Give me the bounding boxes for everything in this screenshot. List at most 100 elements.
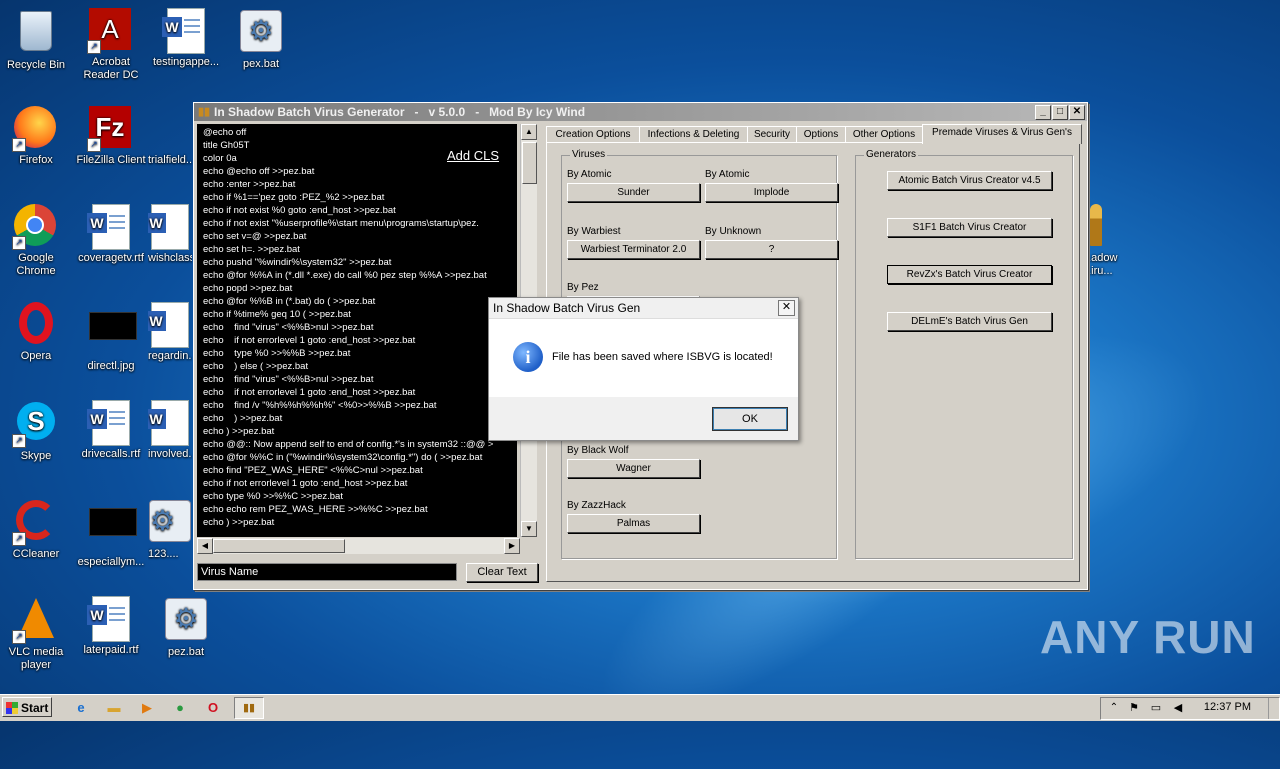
clear-text-button[interactable]: Clear Text [466,563,538,582]
show-desktop-button[interactable] [1268,698,1279,719]
dialog-title[interactable]: In Shadow Batch Virus Gen [489,298,798,319]
desktop-icon-ccleaner[interactable]: ↗ CCleaner [0,498,74,561]
desktop-icon-pex-bat[interactable]: ⚙ pex.bat [223,8,299,71]
desktop-icon-regardin[interactable]: W regardin... [148,302,192,363]
volume-icon[interactable]: ◀ [1169,699,1187,717]
code-line: echo @for %%C in ("%windir%\system32\con… [203,452,483,463]
viruses-group-label: Viruses [570,149,608,160]
desktop-icon-label: VLC media player [8,646,64,671]
author-label: By Pez [567,282,599,293]
add-cls-link[interactable]: Add CLS [447,149,499,162]
scroll-up-icon[interactable]: ▲ [521,124,537,140]
scroll-right-icon[interactable]: ▶ [504,538,520,554]
isbvg-taskbar-button[interactable]: ▮▮ [234,697,264,719]
ie-icon[interactable]: e [72,699,90,717]
desktop-icon-label: pex.bat [242,58,280,70]
code-line: echo type %0 >>%%B >>pez.bat [203,348,351,359]
scroll-down-icon[interactable]: ▼ [521,521,537,537]
desktop-icon-especiallym[interactable]: especiallym... [73,498,149,569]
desktop-icon-label: laterpaid.rtf [83,644,139,656]
desktop-icon-recycle-bin[interactable]: Recycle Bin [0,8,74,72]
warbiest-terminator-button[interactable]: Warbiest Terminator 2.0 [567,240,700,259]
window-title: In Shadow Batch Virus Generator - v 5.0.… [214,105,586,119]
explorer-icon[interactable]: ▬ [105,699,123,717]
generators-group: Generators Atomic Batch Virus Creator v4… [855,149,1073,559]
atomic-generator-button[interactable]: Atomic Batch Virus Creator v4.5 [887,171,1052,190]
network-icon[interactable]: ▭ [1147,699,1165,717]
code-line: echo set v=@ >>pez.bat [203,231,307,242]
scroll-thumb[interactable] [522,142,537,184]
desktop-icon-trialfield[interactable]: trialfield... [148,106,192,167]
tab-options[interactable]: Options [796,126,846,143]
virus-name-input[interactable] [197,563,457,581]
wagner-button[interactable]: Wagner [567,459,700,478]
code-lines: @echo off title Gh05T color 0a echo @echo o… [203,126,493,529]
media-player-icon[interactable]: ▶ [138,699,156,717]
batch-file-icon: ⚙ [164,598,208,642]
tab-creation-options[interactable]: Creation Options [546,126,640,143]
desktop-icon-acrobat[interactable]: A ↗ Acrobat Reader DC [73,8,149,82]
window-titlebar[interactable]: ▮▮ In Shadow Batch Virus Generator - v 5… [194,103,1087,121]
word-doc-icon: W [162,8,208,54]
image-file-icon [89,508,137,552]
code-line: echo :enter >>pez.bat [203,179,296,190]
code-line: echo if not exist %0 goto :end_host >>pe… [203,205,396,216]
tab-premade-viruses[interactable]: Premade Viruses & Virus Gen's [922,124,1082,144]
opera-taskbar-icon[interactable]: O [204,699,222,717]
maximize-button[interactable]: □ [1052,105,1068,120]
desktop-icon-drivecalls[interactable]: W drivecalls.rtf [73,400,149,461]
sunder-button[interactable]: Sunder [567,183,700,202]
s1f1-generator-button[interactable]: S1F1 Batch Virus Creator [887,218,1052,237]
desktop-icon-laterpaid[interactable]: W laterpaid.rtf [73,596,149,657]
desktop-icon-wishclass[interactable]: W wishclass... [148,204,192,265]
code-line: echo find /v "%h%%h%%h%" <%0>>%%B >>pez.… [203,400,437,411]
code-horizontal-scrollbar[interactable]: ◀ ▶ [197,538,520,554]
desktop-icon-label: Firefox [19,154,53,166]
implode-button[interactable]: Implode [705,183,838,202]
scroll-left-icon[interactable]: ◀ [197,538,213,554]
desktop-icon-directl[interactable]: directl.jpg [73,302,149,373]
dialog-close-button[interactable]: ✕ [778,300,795,316]
dialog-body: i File has been saved where ISBVG is loc… [489,319,798,397]
ok-button[interactable]: OK [712,407,788,431]
clock[interactable]: 12:37 PM [1204,701,1251,713]
flag-icon[interactable]: ⚑ [1125,699,1143,717]
desktop-icon-label: directl.jpg [87,360,135,372]
code-line: echo if not errorlevel 1 goto :end_host … [203,478,408,489]
show-hidden-icons[interactable]: ⌃ [1105,699,1123,717]
desktop-icon-testingappe[interactable]: W testingappe... [148,8,224,69]
firefox-icon: ↗ [12,106,58,152]
desktop-icon-inshadow[interactable]: ...adow ...iru... [1082,204,1126,278]
desktop-icon-filezilla[interactable]: Fz ↗ FileZilla Client [73,106,149,167]
minimize-button[interactable]: _ [1035,105,1051,120]
tab-other-options[interactable]: Other Options [845,126,923,143]
word-doc-icon [148,106,192,150]
tab-infections-deleting[interactable]: Infections & Deleting [639,126,748,143]
anyrun-watermark: ANY RUN [1040,611,1256,663]
chrome-taskbar-icon[interactable]: ● [171,699,189,717]
desktop-icon-firefox[interactable]: ↗ Firefox [0,106,74,167]
unknown-virus-button[interactable]: ? [705,240,838,259]
desktop-icon-vlc[interactable]: ↗ VLC media player [0,596,74,672]
desktop-icon-involved[interactable]: W involved... [148,400,192,461]
revzx-generator-button[interactable]: RevZx's Batch Virus Creator [887,265,1052,284]
desktop-icon-coveragetv[interactable]: W coveragetv.rtf [73,204,149,265]
desktop-icon-chrome[interactable]: ↗ Google Chrome [0,204,74,278]
desktop-icon-pez-bat[interactable]: ⚙ pez.bat [148,596,224,659]
scroll-thumb[interactable] [213,539,345,553]
palmas-button[interactable]: Palmas [567,514,700,533]
desktop-icon-opera[interactable]: Opera [0,302,74,363]
tab-security[interactable]: Security [747,126,797,143]
batch-file-icon: ⚙ [148,500,192,544]
close-button[interactable]: ✕ [1069,105,1085,120]
code-line: echo if not exist "%userprofile%\start m… [203,218,479,229]
skype-icon: S ↗ [12,402,58,448]
desktop-icon-123[interactable]: ⚙ 123.... [148,498,192,561]
code-editor[interactable]: @echo off title Gh05T color 0a echo @echo o… [197,124,517,537]
code-line: echo type %0 >>%%C >>pez.bat [203,491,343,502]
desktop-icon-skype[interactable]: S ↗ Skype [0,400,74,463]
author-label: By Atomic [567,169,612,180]
info-icon: i [513,342,543,372]
delme-generator-button[interactable]: DELmE's Batch Virus Gen [887,312,1052,331]
start-button[interactable]: Start [2,697,52,717]
